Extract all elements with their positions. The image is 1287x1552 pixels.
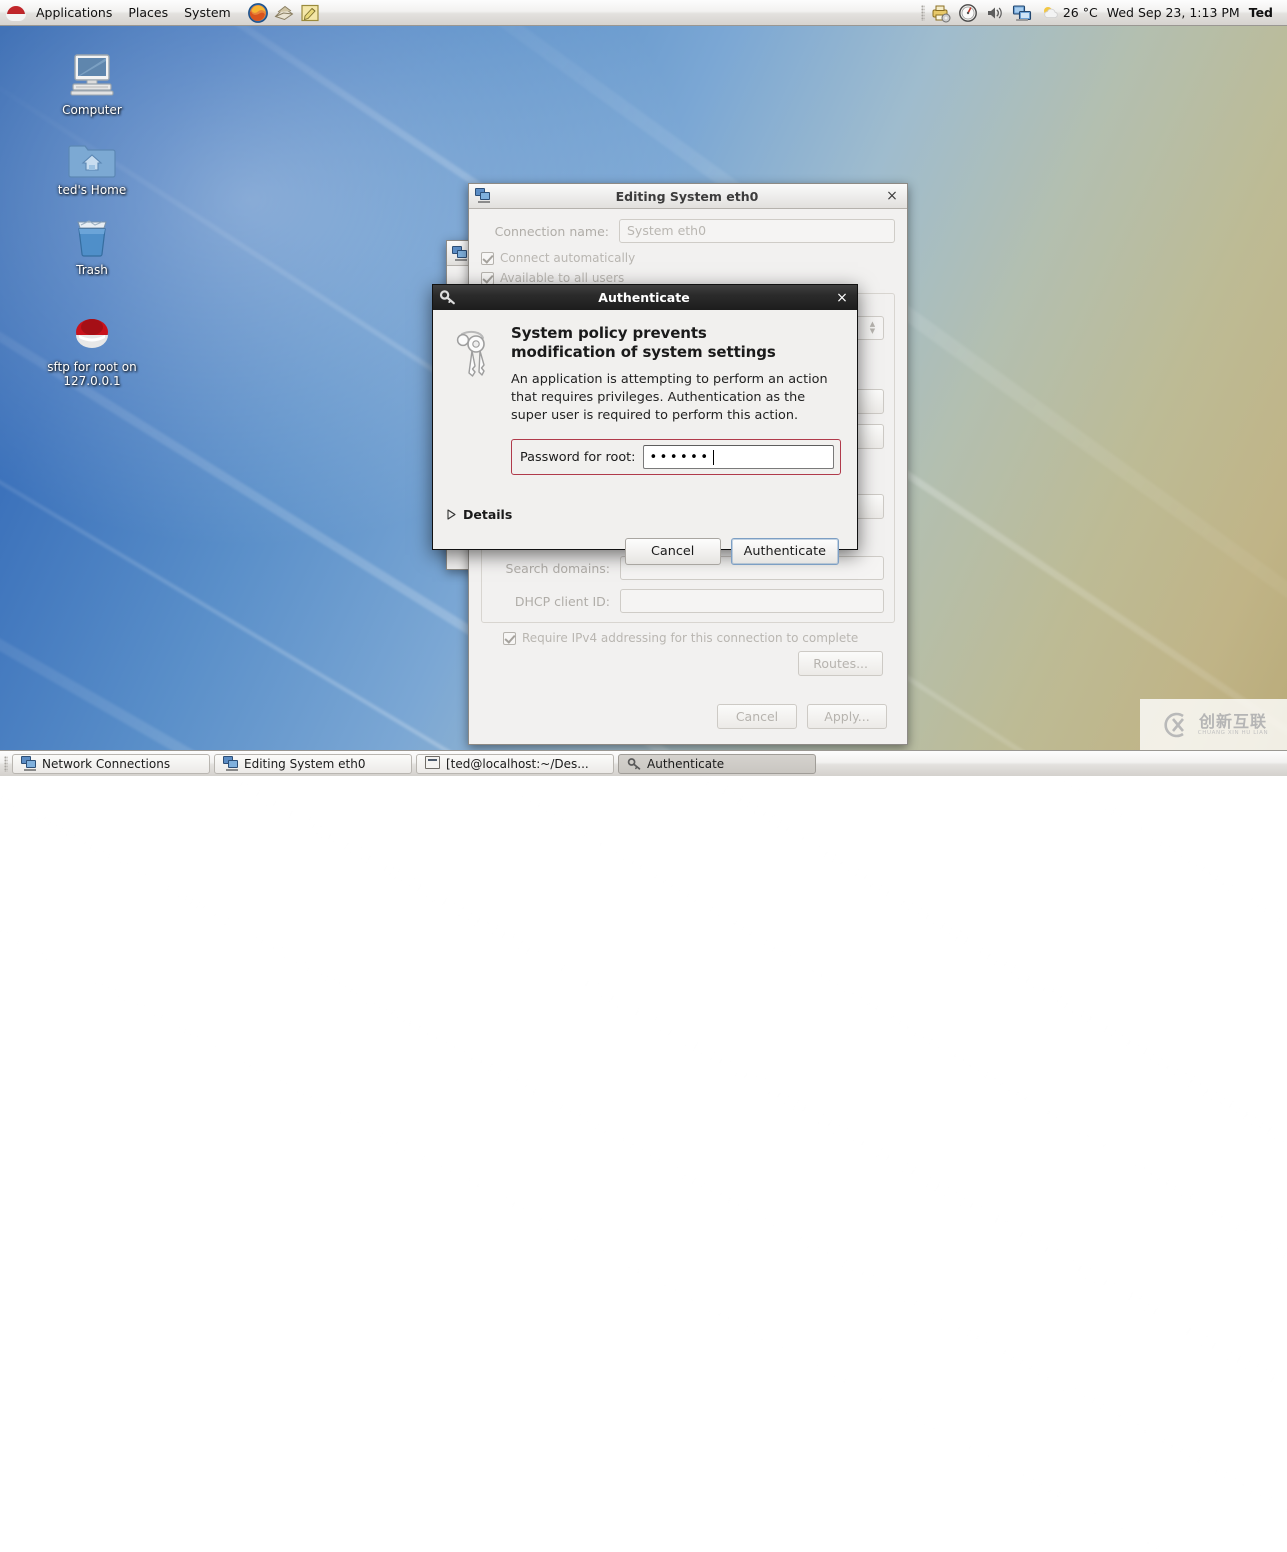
network-connection-icon <box>21 756 37 771</box>
connection-name-input[interactable]: System eth0 <box>619 219 895 243</box>
network-connection-icon <box>452 246 468 261</box>
connection-name-label: Connection name: <box>481 224 609 239</box>
terminal-icon <box>425 756 441 771</box>
redhat-logo-icon <box>6 3 26 23</box>
desktop-icon-sftp[interactable]: sftp for root on 127.0.0.1 <box>27 305 157 388</box>
menu-system[interactable]: System <box>177 2 238 24</box>
close-icon[interactable]: × <box>881 185 903 207</box>
close-icon[interactable]: × <box>831 287 853 309</box>
password-input[interactable]: •••••• <box>643 445 834 469</box>
taskbar-authenticate[interactable]: Authenticate <box>618 754 816 774</box>
password-field-group: Password for root: •••••• <box>511 439 841 475</box>
editing-apply-button[interactable]: Apply... <box>807 704 887 729</box>
dhcp-client-id-label: DHCP client ID: <box>492 594 610 609</box>
desktop-icon-home[interactable]: ted's Home <box>27 128 157 197</box>
redhat-mount-icon <box>27 305 157 357</box>
auth-heading-line2: modification of system settings <box>511 343 841 362</box>
require-ipv4-checkbox[interactable] <box>503 632 516 645</box>
keyring-icon <box>449 324 505 475</box>
desktop-icon-label: Trash <box>27 263 157 277</box>
connect-automatically-row[interactable]: Connect automatically <box>481 251 895 265</box>
trash-icon <box>27 208 157 260</box>
desktop-icon-label: sftp for root on 127.0.0.1 <box>27 360 157 388</box>
user-menu[interactable]: Ted <box>1249 5 1283 20</box>
firefox-launcher-icon[interactable] <box>247 2 269 24</box>
clock[interactable]: Wed Sep 23, 1:13 PM <box>1099 5 1248 20</box>
cancel-button[interactable]: Cancel <box>625 538 721 565</box>
watermark-cn-text: 创新互联 <box>1199 713 1267 730</box>
menu-applications[interactable]: Applications <box>29 2 119 24</box>
taskbar: Network Connections Editing System eth0 … <box>0 750 1287 776</box>
connection-name-row: Connection name: System eth0 <box>481 219 895 243</box>
key-icon <box>627 757 642 770</box>
system-monitor-icon[interactable] <box>957 2 979 24</box>
network-connection-icon <box>475 187 493 205</box>
desktop-icon-computer[interactable]: Computer <box>27 48 157 117</box>
taskbar-terminal[interactable]: [ted@localhost:~/Des... <box>416 754 614 774</box>
taskbar-item-label: [ted@localhost:~/Des... <box>446 757 589 771</box>
dialog-authenticate[interactable]: Authenticate × System policy prevents mo… <box>432 284 858 550</box>
taskbar-network-connections[interactable]: Network Connections <box>12 754 210 774</box>
desktop-icon-label: Computer <box>27 103 157 117</box>
evolution-mail-launcher-icon[interactable] <box>273 2 295 24</box>
available-all-users-label: Available to all users <box>500 271 624 285</box>
details-expander[interactable]: Details <box>433 507 857 522</box>
available-all-users-row[interactable]: Available to all users <box>481 271 895 285</box>
key-icon <box>439 289 457 307</box>
desktop-icon-trash[interactable]: Trash <box>27 208 157 277</box>
auth-description: An application is attempting to perform … <box>511 371 841 425</box>
dhcp-client-id-row: DHCP client ID: <box>492 589 884 613</box>
home-folder-icon <box>27 128 157 180</box>
system-tray: 26 °C Wed Sep 23, 1:13 PM Ted <box>921 2 1287 24</box>
auth-titlebar[interactable]: Authenticate × <box>433 285 857 310</box>
spinner-arrows-icon[interactable]: ▲▼ <box>862 316 884 340</box>
require-ipv4-row[interactable]: Require IPv4 addressing for this connect… <box>503 631 895 645</box>
desktop-icon-label: ted's Home <box>27 183 157 197</box>
auth-dialog-body: System policy prevents modification of s… <box>433 310 857 487</box>
connect-automatically-checkbox[interactable] <box>481 252 494 265</box>
top-panel: Applications Places System <box>0 0 1287 26</box>
password-value: •••••• <box>649 450 710 465</box>
details-label: Details <box>463 507 512 522</box>
taskbar-editing-system-eth0[interactable]: Editing System eth0 <box>214 754 412 774</box>
taskbar-handle[interactable] <box>4 756 8 772</box>
editing-titlebar[interactable]: Editing System eth0 × <box>469 184 907 209</box>
tray-handle[interactable] <box>921 5 925 21</box>
text-caret <box>713 450 714 465</box>
computer-icon <box>27 48 157 100</box>
auth-dialog-buttons: Cancel Authenticate <box>433 538 857 565</box>
auth-heading-line1: System policy prevents <box>511 324 841 343</box>
editing-window-title: Editing System eth0 <box>493 189 881 204</box>
taskbar-item-label: Editing System eth0 <box>244 757 366 771</box>
watermark-pinyin-text: CHUANG XIN HU LIAN <box>1198 730 1268 736</box>
volume-icon[interactable] <box>984 2 1006 24</box>
routes-button[interactable]: Routes... <box>798 651 883 676</box>
connect-automatically-label: Connect automatically <box>500 251 635 265</box>
triangle-right-icon <box>447 509 456 520</box>
auth-dialog-title: Authenticate <box>457 290 831 305</box>
network-manager-icon[interactable] <box>1011 2 1033 24</box>
watermark: 创新互联 CHUANG XIN HU LIAN <box>1140 699 1287 750</box>
cx-logo-icon <box>1159 710 1193 740</box>
temperature-label: 26 °C <box>1063 5 1098 20</box>
text-editor-launcher-icon[interactable] <box>299 2 321 24</box>
auth-heading: System policy prevents modification of s… <box>511 324 841 362</box>
editing-cancel-button[interactable]: Cancel <box>717 704 797 729</box>
dhcp-client-id-input[interactable] <box>620 589 884 613</box>
menu-places[interactable]: Places <box>121 2 175 24</box>
password-label: Password for root: <box>520 450 635 465</box>
printer-applet-icon[interactable] <box>930 2 952 24</box>
available-all-users-checkbox[interactable] <box>481 272 494 285</box>
taskbar-item-label: Authenticate <box>647 757 724 771</box>
network-connection-icon <box>223 756 239 771</box>
partly-cloudy-icon <box>1042 5 1060 21</box>
require-ipv4-label: Require IPv4 addressing for this connect… <box>522 631 858 645</box>
authenticate-button[interactable]: Authenticate <box>731 538 839 565</box>
auth-dialog-main: System policy prevents modification of s… <box>505 324 841 475</box>
taskbar-item-label: Network Connections <box>42 757 170 771</box>
weather-applet[interactable]: 26 °C <box>1042 5 1098 21</box>
